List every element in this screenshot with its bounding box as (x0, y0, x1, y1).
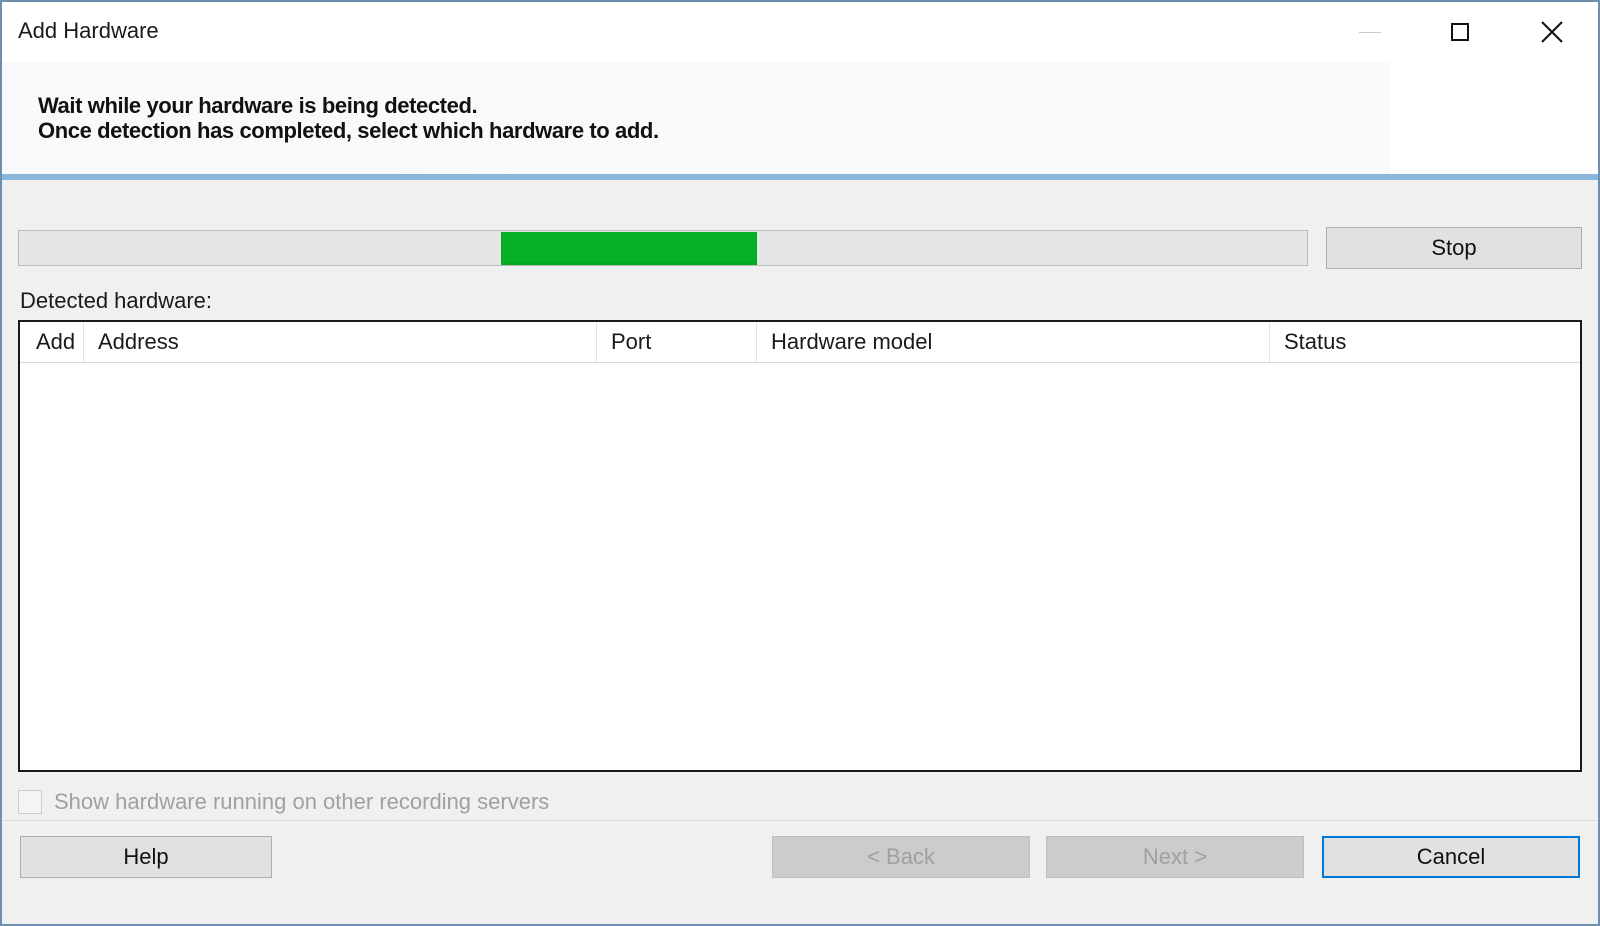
stop-button[interactable]: Stop (1326, 227, 1582, 269)
window-title: Add Hardware (18, 18, 159, 43)
maximize-icon (1451, 23, 1469, 41)
add-hardware-window: Add Hardware Wait while your hardware is… (0, 0, 1600, 926)
title-bar[interactable]: Add Hardware (2, 2, 1598, 62)
instruction-line-2: Once detection has completed, select whi… (38, 118, 659, 143)
show-other-servers-option: Show hardware running on other recording… (18, 788, 549, 816)
column-header-add[interactable]: Add (20, 322, 84, 362)
detection-progress-bar (18, 230, 1308, 266)
progress-fill (501, 232, 757, 265)
column-header-address[interactable]: Address (84, 322, 597, 362)
help-button[interactable]: Help (20, 836, 272, 878)
footer-divider (2, 820, 1598, 821)
instruction-line-1: Wait while your hardware is being detect… (38, 93, 478, 118)
detected-hardware-list[interactable]: Add Address Port Hardware model Status (18, 320, 1582, 772)
cancel-button[interactable]: Cancel (1322, 836, 1580, 878)
maximize-button[interactable] (1430, 8, 1490, 56)
column-header-port[interactable]: Port (597, 322, 757, 362)
header-divider (2, 174, 1598, 180)
back-button[interactable]: < Back (772, 836, 1030, 878)
minimize-button[interactable] (1340, 8, 1400, 56)
column-header-status[interactable]: Status (1270, 322, 1580, 362)
next-button[interactable]: Next > (1046, 836, 1304, 878)
list-header: Add Address Port Hardware model Status (20, 322, 1580, 363)
show-other-servers-checkbox[interactable] (18, 790, 42, 814)
detected-hardware-label: Detected hardware: (20, 288, 212, 313)
minimize-icon (1359, 31, 1381, 33)
instruction-header: Wait while your hardware is being detect… (2, 62, 1598, 174)
close-button[interactable] (1522, 8, 1582, 56)
close-icon (1541, 21, 1563, 43)
column-header-hardware-model[interactable]: Hardware model (757, 322, 1270, 362)
show-other-servers-label: Show hardware running on other recording… (54, 789, 550, 814)
